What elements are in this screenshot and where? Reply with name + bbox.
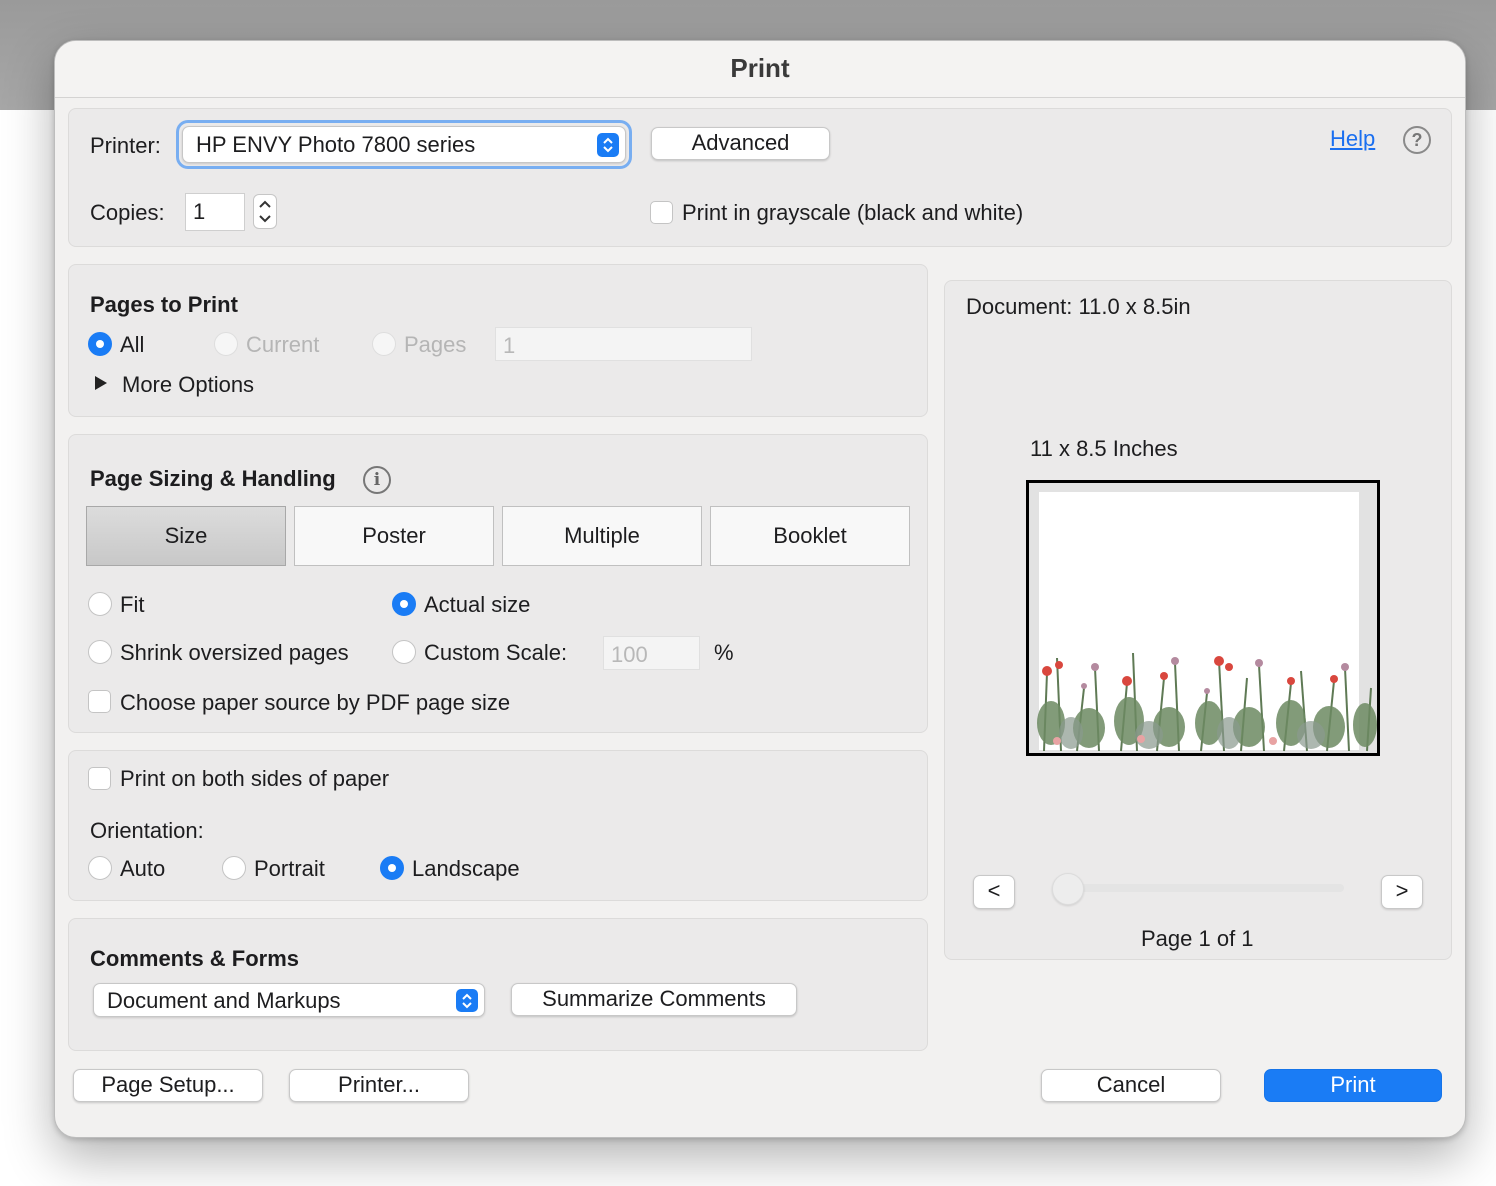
comments-select-value: Document and Markups: [107, 988, 341, 1013]
pages-range-input[interactable]: 1: [495, 327, 752, 361]
document-size-label: Document: 11.0 x 8.5in: [966, 294, 1191, 319]
tab-booklet[interactable]: Booklet: [710, 506, 910, 566]
printer-select-value: HP ENVY Photo 7800 series: [196, 132, 476, 157]
tab-size[interactable]: Size: [86, 506, 286, 566]
radio-custom-scale[interactable]: [392, 640, 416, 664]
page-slider-track[interactable]: [1058, 884, 1344, 892]
tab-multiple[interactable]: Multiple: [502, 506, 702, 566]
page-preview: [1026, 480, 1380, 756]
copies-input[interactable]: 1: [185, 193, 245, 231]
info-icon[interactable]: i: [363, 466, 391, 494]
page-sizing-heading: Page Sizing & Handling: [90, 466, 336, 491]
radio-actual-size[interactable]: [392, 592, 416, 616]
previous-page-button[interactable]: <: [973, 875, 1015, 909]
radio-all[interactable]: [88, 332, 112, 356]
printer-button[interactable]: Printer...: [289, 1069, 469, 1102]
orientation-heading: Orientation:: [90, 818, 204, 843]
pages-to-print-heading: Pages to Print: [90, 292, 238, 317]
flowers-artwork: [1037, 652, 1377, 752]
chevron-updown-icon: [456, 989, 478, 1012]
next-page-button[interactable]: >: [1381, 875, 1423, 909]
radio-fit[interactable]: [88, 592, 112, 616]
copies-stepper[interactable]: [253, 194, 277, 229]
both-sides-label: Print on both sides of paper: [120, 766, 390, 791]
paper-source-checkbox[interactable]: [88, 690, 111, 713]
radio-portrait-label: Portrait: [254, 856, 325, 881]
radio-fit-label: Fit: [120, 592, 145, 617]
radio-landscape-label: Landscape: [412, 856, 520, 881]
disclosure-triangle-icon[interactable]: [95, 376, 107, 390]
stepper-arrows-icon: [259, 200, 271, 223]
percent-label: %: [714, 640, 734, 665]
tab-poster[interactable]: Poster: [294, 506, 494, 566]
radio-current-label: Current: [246, 332, 320, 357]
summarize-comments-button[interactable]: Summarize Comments: [511, 983, 797, 1016]
page-slider-knob[interactable]: [1052, 873, 1084, 905]
both-sides-checkbox[interactable]: [88, 767, 111, 790]
radio-shrink-oversized[interactable]: [88, 640, 112, 664]
custom-scale-input[interactable]: 100: [603, 636, 700, 670]
printer-label: Printer:: [90, 133, 161, 158]
radio-all-label: All: [120, 332, 145, 357]
radio-pages[interactable]: [372, 332, 396, 356]
paper-size-label: 11 x 8.5 Inches: [1030, 436, 1178, 461]
print-button[interactable]: Print: [1264, 1069, 1442, 1102]
radio-actual-size-label: Actual size: [424, 592, 531, 617]
dialog-title: Print: [730, 53, 790, 83]
help-link[interactable]: Help: [1330, 126, 1375, 152]
grayscale-checkbox[interactable]: [650, 201, 673, 224]
title-bar: Print: [55, 41, 1465, 98]
radio-current[interactable]: [214, 332, 238, 356]
help-icon[interactable]: ?: [1403, 126, 1431, 154]
printer-select[interactable]: HP ENVY Photo 7800 series: [182, 126, 626, 163]
advanced-button[interactable]: Advanced: [651, 127, 830, 160]
paper-source-label: Choose paper source by PDF page size: [120, 690, 511, 715]
radio-landscape[interactable]: [380, 856, 404, 880]
cancel-button[interactable]: Cancel: [1041, 1069, 1221, 1102]
more-options-label[interactable]: More Options: [122, 372, 254, 398]
radio-portrait[interactable]: [222, 856, 246, 880]
radio-shrink-oversized-label: Shrink oversized pages: [120, 640, 349, 665]
page-setup-button[interactable]: Page Setup...: [73, 1069, 263, 1102]
radio-auto[interactable]: [88, 856, 112, 880]
comments-select[interactable]: Document and Markups: [93, 983, 485, 1017]
page-indicator: Page 1 of 1: [1141, 926, 1254, 951]
grayscale-label: Print in grayscale (black and white): [682, 200, 1024, 225]
chevron-updown-icon: [597, 133, 619, 157]
radio-custom-scale-label: Custom Scale:: [424, 640, 568, 665]
radio-auto-label: Auto: [120, 856, 166, 881]
radio-pages-label: Pages: [404, 332, 467, 357]
copies-label: Copies:: [90, 200, 165, 225]
comments-heading: Comments & Forms: [90, 946, 300, 971]
